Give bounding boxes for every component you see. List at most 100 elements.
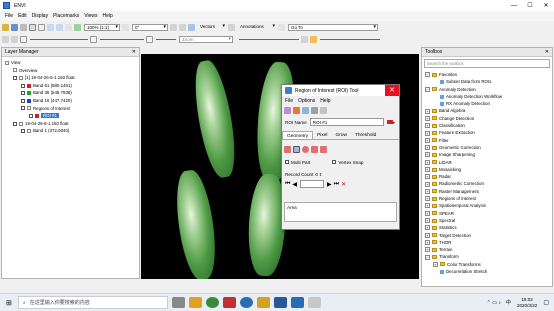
expand-icon[interactable]: +	[425, 152, 430, 158]
expand-icon[interactable]: +	[425, 232, 430, 238]
layer-visibility-checkbox[interactable]	[21, 106, 25, 111]
expand-icon[interactable]: +	[425, 188, 430, 194]
toolbox-row[interactable]: RX Anomaly Detection	[425, 100, 552, 107]
toolbox-row[interactable]: + Image Sharpening	[425, 151, 552, 158]
file-explorer-icon[interactable]	[188, 297, 202, 308]
expand-icon[interactable]: +	[425, 123, 430, 129]
expand-icon[interactable]: +	[425, 181, 430, 187]
layer-tree-row[interactable]: [1] 19-04-26-6-1.150 float	[5, 74, 139, 82]
zoom-in-icon[interactable]	[47, 24, 54, 31]
polygon-icon[interactable]	[284, 145, 291, 153]
toolbox-row[interactable]: + Radiometric Correction	[425, 180, 552, 187]
expand-icon[interactable]: +	[425, 210, 430, 216]
histogram-icon[interactable]	[2, 36, 9, 43]
sharpen-slider[interactable]	[156, 39, 176, 40]
stretch-icon[interactable]	[11, 36, 18, 43]
layer-tree-row[interactable]: Band 1 (372.5040)	[5, 127, 139, 135]
stats-icon[interactable]	[320, 106, 327, 114]
toolbox-row[interactable]: + Band Algebra	[425, 107, 552, 114]
toolbox-row[interactable]: + Filter	[425, 137, 552, 144]
show-roi-icon[interactable]	[302, 106, 309, 114]
annotations-select[interactable]: Annotations	[238, 23, 276, 31]
browser-icon[interactable]	[239, 297, 253, 308]
rotate-icon[interactable]	[65, 24, 72, 31]
zoom-out-icon[interactable]	[56, 24, 63, 31]
chrome-icon[interactable]	[205, 297, 219, 308]
brightness-icon[interactable]	[20, 36, 27, 43]
toolbox-row[interactable]: + SPEAR	[425, 210, 552, 217]
layer-tree-row[interactable]: 19-04-26-6-1.150 float	[5, 120, 139, 128]
tab-geometry[interactable]: Geometry	[282, 131, 314, 139]
north-up-icon[interactable]	[170, 24, 177, 31]
record-index-field[interactable]	[300, 180, 325, 188]
rotate-left-icon[interactable]	[122, 24, 129, 31]
toolbox-row[interactable]: − Favorites	[425, 71, 552, 78]
layer-visibility-checkbox[interactable]	[21, 91, 25, 96]
toolbox-row[interactable]: − Anomaly Detection	[425, 86, 552, 93]
annotation-icon[interactable]	[228, 24, 235, 31]
expand-icon[interactable]: +	[425, 218, 430, 224]
toolbox-row[interactable]: + Classification	[425, 122, 552, 129]
layer-visibility-checkbox[interactable]	[13, 121, 17, 126]
toolbox-row[interactable]: + Change Detection	[425, 115, 552, 122]
expand-icon[interactable]: +	[425, 115, 430, 121]
expand-icon[interactable]: +	[425, 203, 430, 209]
layer-tree-row[interactable]: ROI #1	[5, 112, 139, 120]
task-view-icon[interactable]	[171, 297, 185, 308]
expand-icon[interactable]: +	[425, 137, 430, 143]
toolbox-row[interactable]: + Radar	[425, 173, 552, 180]
select-icon[interactable]	[29, 24, 36, 31]
expand-icon[interactable]: +	[425, 196, 430, 202]
tab-grow[interactable]: Grow	[331, 131, 350, 139]
word-icon[interactable]	[273, 297, 287, 308]
expand-icon[interactable]: −	[425, 86, 430, 92]
toolbox-row[interactable]: Subset Data from ROIs	[425, 78, 552, 85]
tab-threshold[interactable]: Threshold	[351, 131, 380, 139]
opacity-slider[interactable]	[320, 39, 380, 40]
menu-display[interactable]: Display	[32, 13, 48, 19]
toolbox-row[interactable]: + Mosaicking	[425, 166, 552, 173]
layer-visibility-checkbox[interactable]	[29, 114, 33, 118]
vectors-select[interactable]: Vectors	[198, 23, 226, 31]
expand-icon[interactable]: +	[425, 247, 430, 253]
transparency-slider[interactable]	[239, 39, 299, 40]
layer-tree-row[interactable]: Band 61 (680.1461)	[5, 82, 139, 90]
contrast-slider[interactable]	[100, 39, 144, 40]
new-roi-icon[interactable]	[284, 106, 291, 114]
ime-indicator[interactable]: 中	[506, 299, 511, 306]
toolbox-row[interactable]: + Regions of Interest	[425, 195, 552, 202]
menu-edit[interactable]: Edit	[18, 13, 27, 19]
taskbar-search-box[interactable]: ⌕ 在这里输入你要搜索的内容	[17, 296, 168, 309]
toolbox-row[interactable]: + Terrain	[425, 246, 552, 253]
toolbox-row[interactable]: + Spectral	[425, 217, 552, 224]
next-record-icon[interactable]: ▶	[327, 181, 332, 188]
multi-part-checkbox[interactable]	[285, 160, 289, 164]
sharpen-icon[interactable]	[146, 36, 153, 43]
layer-visibility-checkbox[interactable]	[21, 98, 25, 103]
roi-close-button[interactable]: ✕	[385, 85, 399, 96]
brightness-slider[interactable]	[30, 39, 88, 40]
expand-icon[interactable]: +	[425, 174, 430, 180]
toolbox-row[interactable]: + Color Transforms	[425, 261, 552, 268]
menu-help[interactable]: Help	[102, 13, 112, 19]
maximize-button[interactable]: ☐	[522, 0, 538, 11]
menu-placemarks[interactable]: Placemarks	[53, 13, 79, 19]
toolbox-row[interactable]: + THOR	[425, 239, 552, 246]
zoom-search-input[interactable]: Zoom	[179, 36, 233, 43]
layer-visibility-checkbox[interactable]	[21, 83, 25, 88]
first-record-icon[interactable]: ⏮	[285, 181, 290, 188]
toolbox-row[interactable]: Anomaly Detection Workflow	[425, 93, 552, 100]
expand-icon[interactable]: +	[425, 145, 430, 151]
rectangle-icon[interactable]	[293, 145, 300, 153]
hide-roi-icon[interactable]	[311, 106, 318, 114]
toolbox-row[interactable]: + Target Detection	[425, 232, 552, 239]
chevron-down-icon[interactable]: ▾	[393, 120, 395, 125]
roi-menu-file[interactable]: File	[285, 98, 293, 104]
clock[interactable]: 15:02 2020/3/22	[517, 297, 537, 309]
rotation-select[interactable]: 0°	[132, 24, 168, 31]
toolbox-row[interactable]: + LiDAR	[425, 159, 552, 166]
tray-icons[interactable]: ⌃ ▭ ♪	[487, 300, 501, 306]
expand-icon[interactable]: +	[425, 167, 430, 172]
menu-file[interactable]: File	[5, 13, 13, 19]
toolbox-row[interactable]: − Transform	[425, 253, 552, 260]
